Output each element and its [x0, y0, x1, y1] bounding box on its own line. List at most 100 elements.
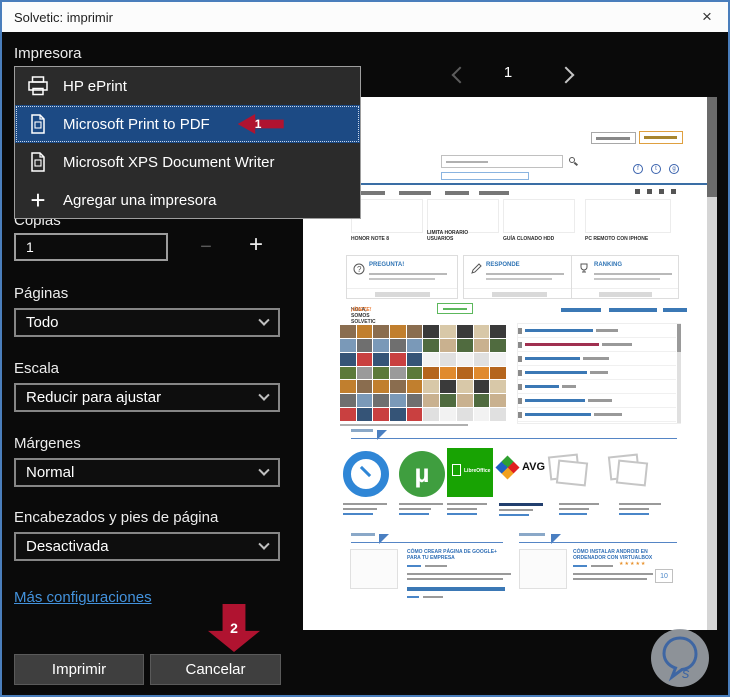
print-button[interactable]: Imprimir — [14, 654, 144, 685]
avatar-cell — [473, 325, 490, 338]
utorrent-icon: µ — [399, 451, 445, 497]
cancel-button[interactable]: Cancelar — [150, 654, 281, 685]
avatar-cell — [406, 352, 423, 366]
software-caption — [619, 513, 649, 515]
step-1-number: 1 — [254, 117, 262, 131]
article-title: CÓMO INSTALAR ANDROID EN ORDENADOR CON V… — [573, 549, 653, 561]
question-icon: ? — [353, 263, 365, 275]
feature-card-responde: RESPONDE — [463, 255, 575, 299]
software-caption — [559, 503, 599, 505]
avatar-cell — [373, 366, 390, 380]
avatar-cell — [456, 394, 473, 408]
chevron-down-icon — [258, 464, 270, 476]
software-caption — [499, 514, 529, 516]
photo-placeholder-icon — [605, 451, 653, 493]
next-page-icon[interactable] — [557, 66, 575, 84]
preview-category-dropdown — [441, 172, 529, 180]
avatar-cell — [390, 380, 406, 394]
printer-option-xps-writer[interactable]: Microsoft XPS Document Writer — [15, 143, 360, 181]
software-caption — [399, 513, 429, 515]
pages-label: Páginas — [14, 285, 69, 302]
step-2-annotation-arrow: 2 — [208, 604, 260, 652]
pagination-box: 10 — [655, 569, 673, 583]
pages-select[interactable]: Todo — [14, 308, 280, 337]
previous-page-icon[interactable] — [451, 66, 469, 84]
rating-stars-icon: ★★★★★ — [619, 561, 647, 567]
pencil-icon — [471, 263, 482, 274]
avatar-cell — [423, 366, 440, 380]
printer-option-add-printer[interactable]: + Agregar una impresora — [15, 181, 360, 219]
margins-label: Márgenes — [14, 435, 81, 452]
avatar-cell — [490, 352, 506, 366]
question-list — [517, 323, 681, 424]
topic-card-box — [351, 199, 423, 233]
headers-footers-label: Encabezados y pies de página — [14, 509, 219, 526]
avatar-cell — [456, 408, 473, 421]
printer-option-label: Agregar una impresora — [63, 191, 217, 209]
copies-decrease-button[interactable]: − — [186, 232, 226, 262]
preview-login-button — [591, 132, 636, 144]
printer-section-label: Impresora — [14, 45, 82, 62]
feature-card-ranking: RANKING — [571, 255, 679, 299]
avatar-cell — [440, 338, 456, 352]
avatar-cell — [340, 325, 356, 338]
libreoffice-icon: LibreOffice — [447, 448, 493, 497]
article-meta — [407, 565, 421, 567]
pages-select-value: Todo — [26, 314, 59, 331]
avatar-cell — [406, 394, 423, 408]
software-caption — [447, 503, 487, 505]
quicktime-icon — [343, 451, 389, 497]
avatar-cell — [373, 352, 390, 366]
avatar-cell — [440, 366, 456, 380]
step-2-number: 2 — [230, 620, 238, 636]
xps-document-icon — [31, 152, 45, 172]
scale-select-value: Reducir para ajustar — [26, 389, 162, 406]
avatar-cell — [490, 408, 506, 421]
article-meta — [425, 565, 447, 567]
avatar-cell — [356, 338, 373, 352]
avatar-cell — [423, 394, 440, 408]
avatar-cell — [473, 380, 490, 394]
topic-card-title: PC REMOTO CON IPHONE — [585, 236, 649, 242]
close-icon[interactable]: × — [686, 7, 728, 27]
copies-increase-button[interactable]: + — [236, 230, 276, 260]
software-caption — [343, 508, 377, 510]
software-caption — [619, 508, 649, 510]
join-button — [437, 303, 473, 314]
printer-dropdown-list: HP ePrint Microsoft Print to PDF 1 Micro… — [14, 66, 361, 219]
avatar-cell — [373, 380, 390, 394]
avatar-cell — [406, 380, 423, 394]
avatar-cell — [390, 394, 406, 408]
article-title-secondary — [407, 587, 505, 591]
software-caption — [447, 508, 477, 510]
preview-menu-item — [479, 191, 509, 195]
printer-option-hp-eprint[interactable]: HP ePrint — [15, 67, 360, 105]
avatar-grid — [340, 325, 506, 421]
avatar-cell — [423, 352, 440, 366]
avatar-cell — [440, 408, 456, 421]
avatar-cell — [406, 366, 423, 380]
margins-select[interactable]: Normal — [14, 458, 280, 487]
avatar-cell — [390, 352, 406, 366]
avatar-cell — [406, 338, 423, 352]
printer-option-print-to-pdf[interactable]: Microsoft Print to PDF 1 — [15, 105, 360, 143]
titlebar: Solvetic: imprimir × — [2, 2, 728, 32]
avatar-cell — [390, 366, 406, 380]
preview-page-number: 1 — [503, 64, 513, 81]
software-caption — [399, 508, 431, 510]
topic-card-title: HONOR NOTE 8 — [351, 236, 390, 242]
article-meta — [573, 565, 587, 567]
preview-search-input — [441, 155, 563, 168]
headers-footers-select[interactable]: Desactivada — [14, 532, 280, 561]
preview-tab — [663, 308, 687, 312]
photo-placeholder-icon — [545, 451, 593, 493]
scale-select[interactable]: Reducir para ajustar — [14, 383, 280, 412]
avatar-cell — [440, 352, 456, 366]
step-1-annotation-arrow: 1 — [237, 114, 284, 134]
copies-input[interactable] — [14, 233, 168, 261]
avatar-cell — [456, 366, 473, 380]
avatar-cell — [456, 352, 473, 366]
dialog-body: Impresora HP ePrint Microsoft Print to P… — [2, 32, 728, 695]
more-settings-link[interactable]: Más configuraciones — [14, 589, 152, 606]
avatar-cell — [490, 380, 506, 394]
